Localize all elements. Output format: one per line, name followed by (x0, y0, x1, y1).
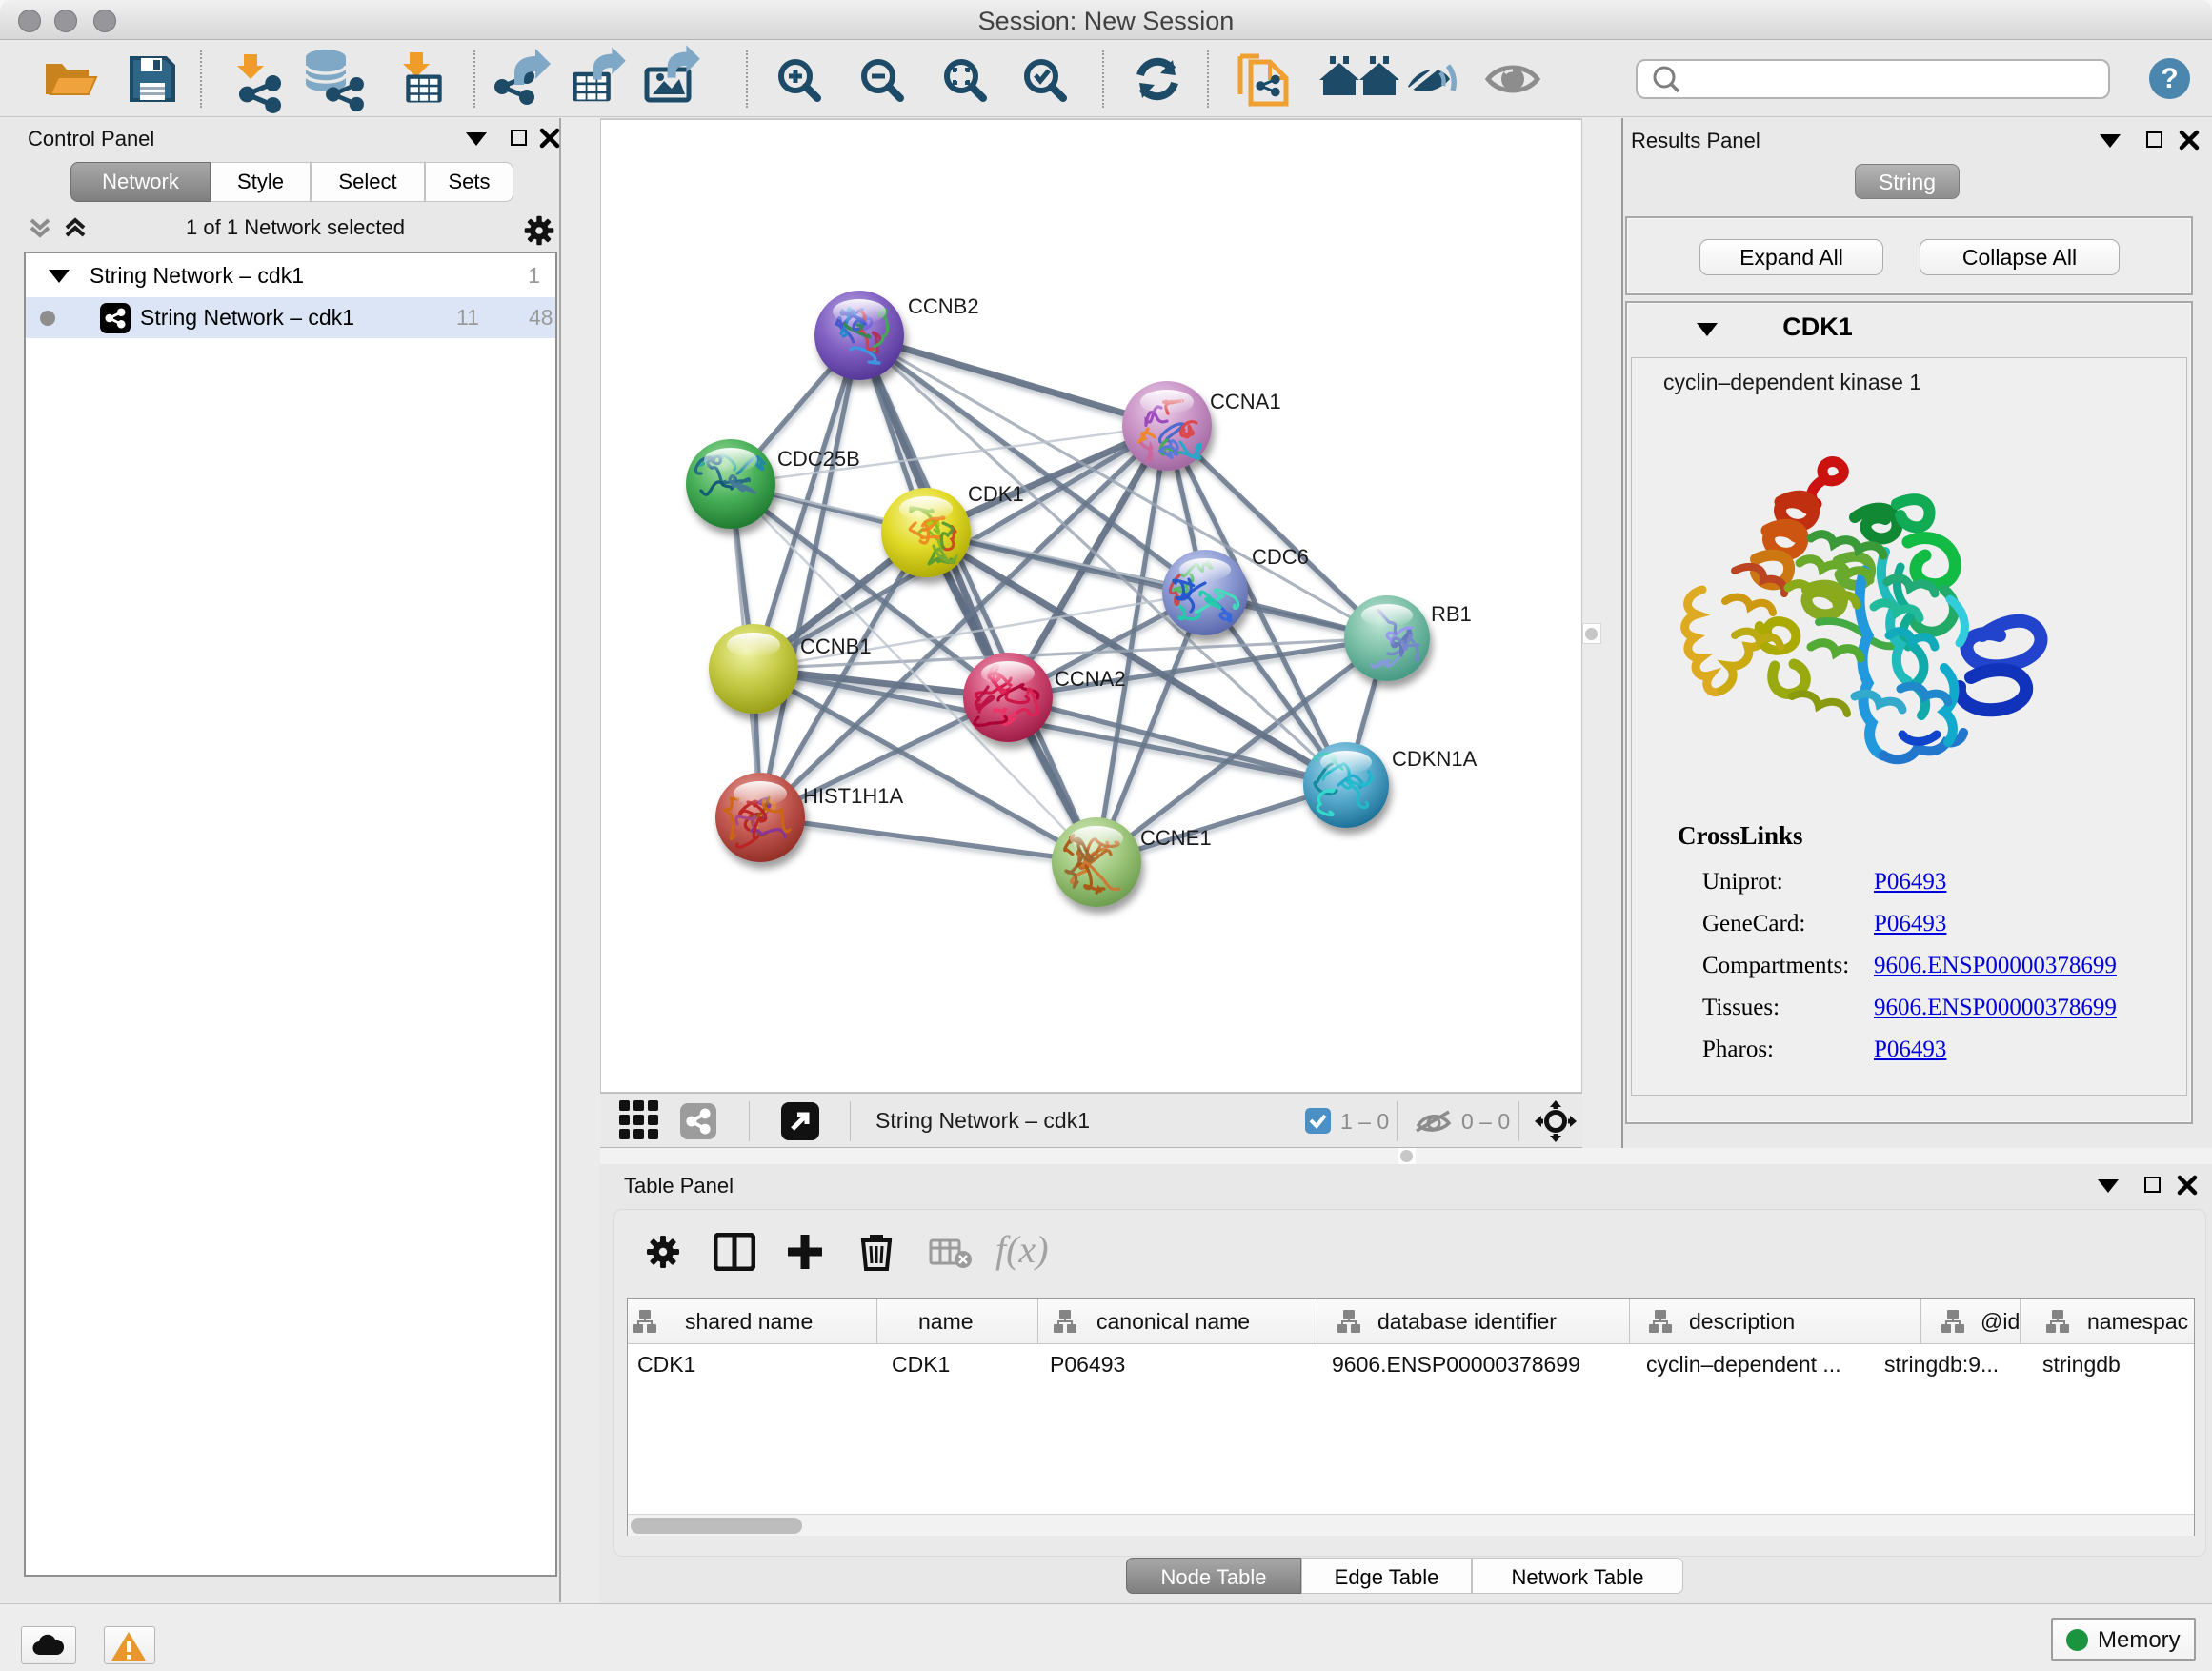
svg-text:name: name (918, 1309, 974, 1334)
svg-text:namespac: namespac (2087, 1309, 2188, 1334)
svg-text:CCNA2: CCNA2 (1055, 667, 1126, 691)
svg-text:database identifier: database identifier (1377, 1309, 1557, 1334)
svg-text:CCNB2: CCNB2 (908, 294, 979, 318)
svg-text:@id: @id (1981, 1309, 2020, 1334)
svg-text:CCNA1: CCNA1 (1210, 390, 1281, 413)
svg-text:CCNE1: CCNE1 (1140, 826, 1212, 850)
svg-text:description: description (1689, 1309, 1795, 1334)
svg-text:CDKN1A: CDKN1A (1392, 747, 1478, 771)
svg-text:CDC6: CDC6 (1252, 545, 1309, 569)
svg-text:RB1: RB1 (1431, 602, 1472, 626)
svg-text:canonical name: canonical name (1096, 1309, 1250, 1334)
svg-text:HIST1H1A: HIST1H1A (803, 784, 903, 808)
svg-text:CCNB1: CCNB1 (800, 634, 872, 658)
svg-text:CDK1: CDK1 (968, 482, 1024, 506)
svg-text:CDC25B: CDC25B (777, 447, 860, 471)
svg-text:shared name: shared name (685, 1309, 813, 1334)
